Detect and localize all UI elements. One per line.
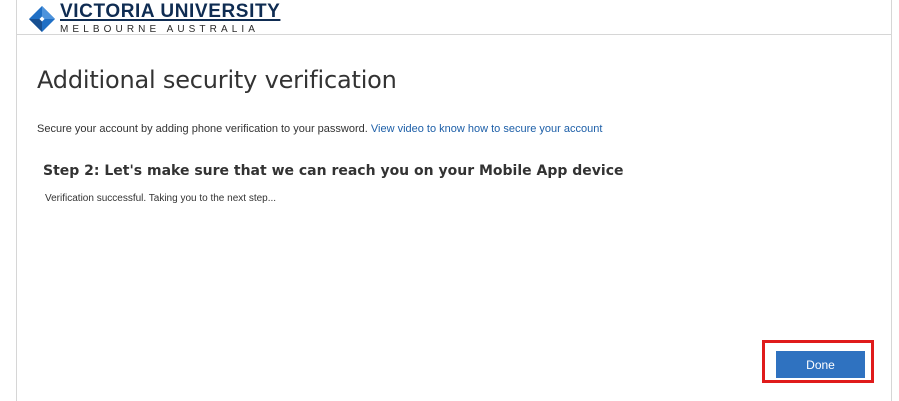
status-message: Verification successful. Taking you to t… [45, 193, 277, 204]
logo-text: VICTORIA UNIVERSITY MELBOURNE AUSTRALIA [60, 2, 280, 35]
view-video-link[interactable]: View video to know how to secure your ac… [371, 123, 603, 135]
frame-left-border [16, 0, 17, 401]
done-button[interactable]: Done [776, 351, 865, 378]
university-logo: VICTORIA UNIVERSITY MELBOURNE AUSTRALIA [29, 2, 280, 35]
logo-name: VICTORIA UNIVERSITY [60, 1, 281, 22]
intro-paragraph: Secure your account by adding phone veri… [37, 123, 602, 135]
page-title: Additional security verification [37, 66, 397, 94]
logo-subtitle: MELBOURNE AUSTRALIA [60, 24, 260, 35]
page: VICTORIA UNIVERSITY MELBOURNE AUSTRALIA … [0, 0, 899, 401]
frame-right-border [891, 0, 892, 401]
intro-text: Secure your account by adding phone veri… [37, 123, 368, 135]
header: VICTORIA UNIVERSITY MELBOURNE AUSTRALIA [17, 0, 891, 35]
victoria-university-diamond-icon [29, 6, 55, 32]
step-heading: Step 2: Let's make sure that we can reac… [43, 163, 624, 179]
